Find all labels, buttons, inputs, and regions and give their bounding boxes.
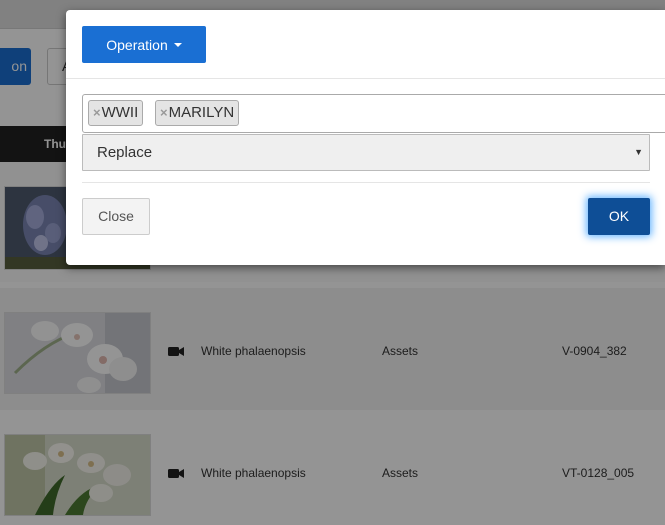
operation-modal: Operation ×WWII ×MARILYN Replace ▼ Close…: [66, 10, 665, 265]
remove-tag-icon[interactable]: ×: [160, 105, 168, 120]
operation-button-label: Operation: [106, 36, 168, 53]
ok-button[interactable]: OK: [588, 198, 650, 235]
close-button[interactable]: Close: [82, 198, 150, 235]
caret-down-icon: [173, 42, 182, 47]
tag-label: WWII: [101, 104, 139, 121]
tag-input[interactable]: ×WWII ×MARILYN: [82, 94, 665, 133]
operation-dropdown-button[interactable]: Operation: [82, 26, 206, 63]
mode-select[interactable]: Replace ▼: [82, 134, 650, 171]
remove-tag-icon[interactable]: ×: [93, 105, 101, 120]
mode-select-value: Replace: [97, 144, 153, 161]
tag-chip: ×WWII: [88, 100, 144, 126]
divider: [66, 78, 665, 79]
tag-chip: ×MARILYN: [155, 100, 240, 126]
tag-label: MARILYN: [168, 104, 235, 121]
dropdown-arrow-icon: ▼: [634, 147, 643, 157]
divider: [82, 182, 650, 183]
